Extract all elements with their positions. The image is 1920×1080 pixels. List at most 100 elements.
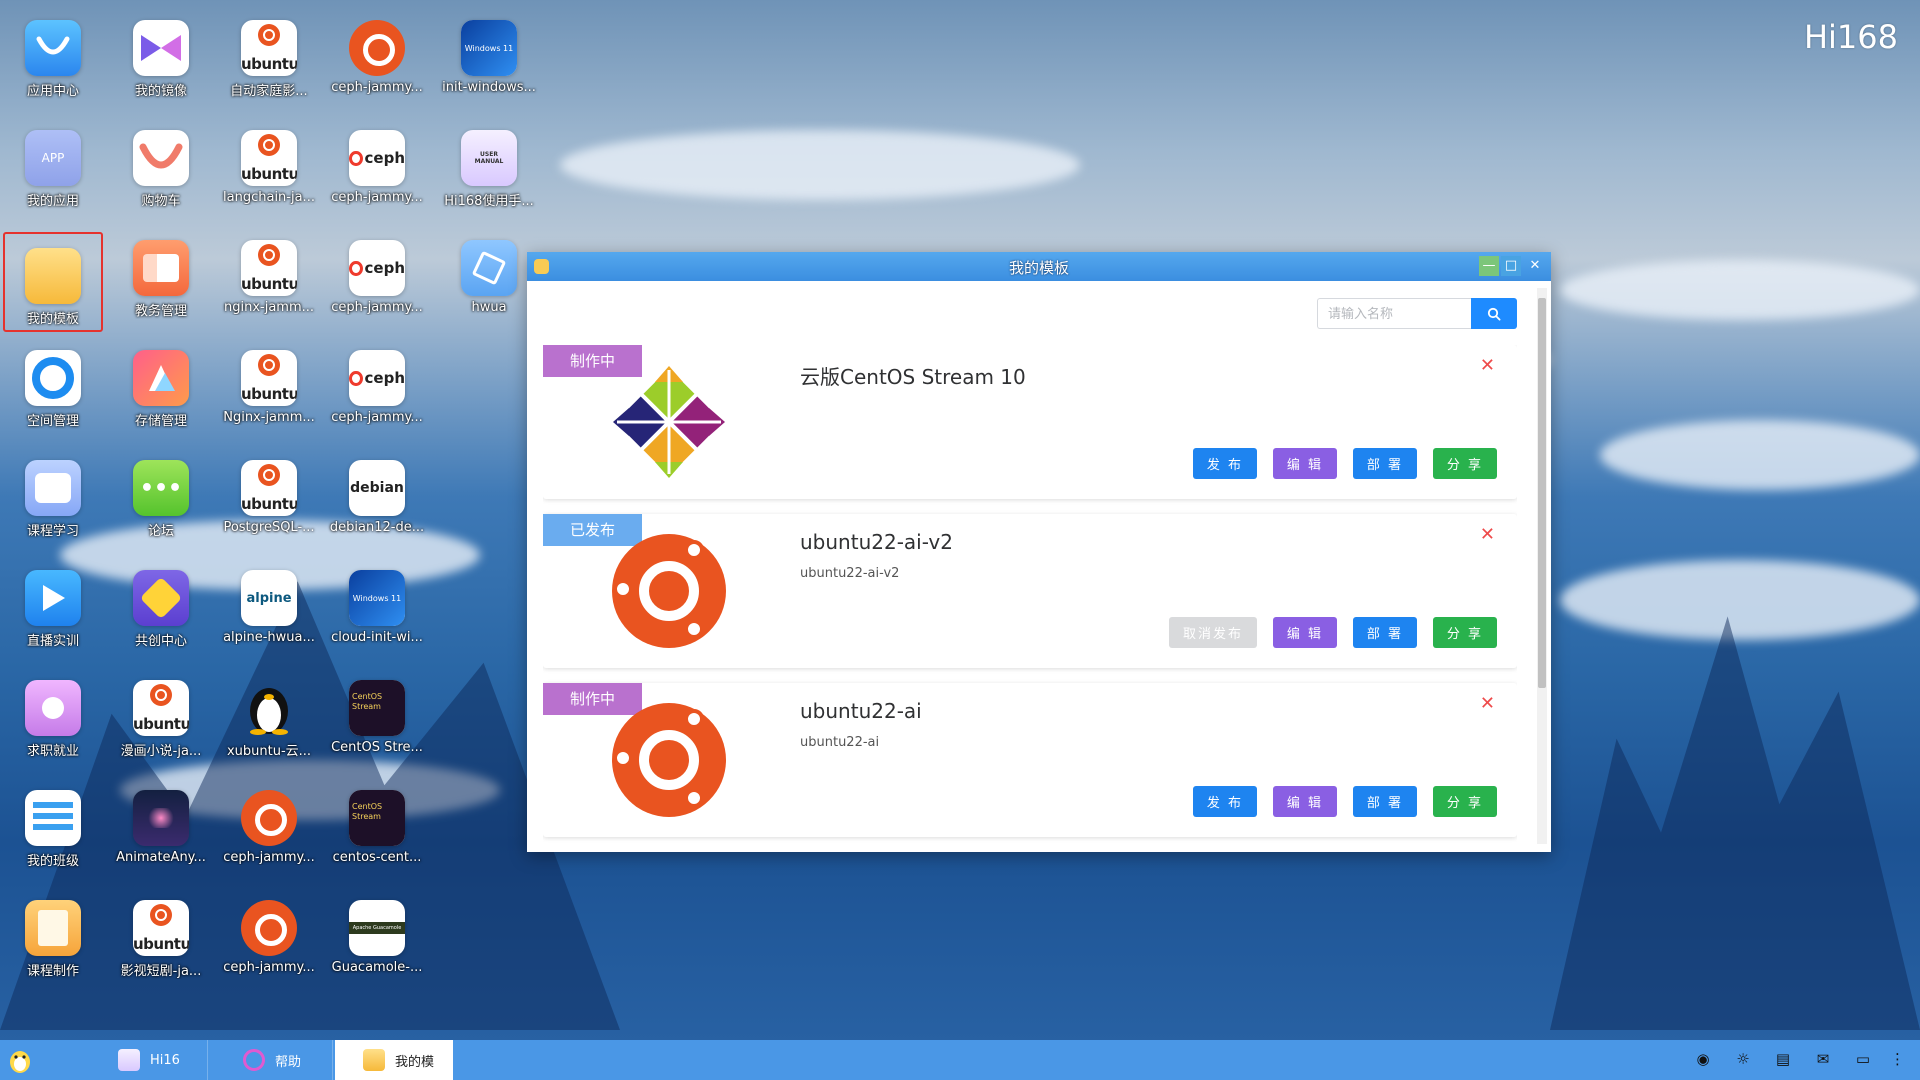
- scrollbar-thumb[interactable]: [1538, 298, 1546, 688]
- desktop-icon-job[interactable]: 求职就业: [0, 660, 106, 764]
- ceph-icon: ceph: [349, 130, 405, 186]
- card-actions: 取消发布 编 辑 部 署 分 享: [1153, 617, 1497, 648]
- desktop-icon-app-center[interactable]: 应用中心: [0, 0, 106, 104]
- ubuntu-icon: ubuntu: [133, 680, 189, 736]
- monitor-icon[interactable]: ▭: [1852, 1050, 1874, 1070]
- centos-stream-icon: CentOS Stream: [349, 790, 405, 846]
- cloud-decoration: [1560, 260, 1920, 320]
- my-templates-window: 我的模板 — □ ✕ 制作中: [527, 252, 1551, 852]
- shopping-cart-icon: [133, 130, 189, 186]
- desktop-icon-ceph-7[interactable]: ceph-jammy...: [216, 770, 322, 874]
- ubuntu-icon: ubuntu: [241, 350, 297, 406]
- desktop-icon-langchain[interactable]: ubuntu langchain-ja...: [216, 110, 322, 214]
- desktop-icon-debian[interactable]: debian debian12-de...: [324, 440, 430, 544]
- publish-button[interactable]: 发 布: [1193, 786, 1257, 817]
- search-button[interactable]: [1471, 298, 1517, 329]
- academic-management-icon: [133, 240, 189, 296]
- desktop-icon-shopping-cart[interactable]: 购物车: [108, 110, 214, 214]
- desktop-icon-ceph-2[interactable]: ceph ceph-jammy...: [324, 110, 430, 214]
- taskbar-item-help[interactable]: 帮助: [215, 1040, 333, 1080]
- deploy-button[interactable]: 部 署: [1353, 786, 1417, 817]
- desktop-icon-space-management[interactable]: 空间管理: [0, 330, 106, 434]
- debian-icon: debian: [349, 460, 405, 516]
- desktop-icon-co-creation[interactable]: 共创中心: [108, 550, 214, 654]
- search-icon: [1487, 307, 1501, 321]
- desktop-icon-course-learning[interactable]: 课程学习: [0, 440, 106, 544]
- forum-icon: •••: [133, 460, 189, 516]
- desktop-icon-guacamole[interactable]: Apache Guacamole Guacamole-...: [324, 880, 430, 984]
- desktop-icon-short-drama[interactable]: ubuntu 影视短剧-ja...: [108, 880, 214, 984]
- headset-icon: [243, 1049, 265, 1071]
- deploy-button[interactable]: 部 署: [1353, 617, 1417, 648]
- template-list: 制作中 云版CentOS Stream 10 ✕ 发 布 编 辑 部 署 分 享…: [543, 345, 1517, 852]
- desktop-icon-user-manual[interactable]: USER MANUAL Hi168使用手...: [436, 110, 542, 214]
- edit-button[interactable]: 编 辑: [1273, 448, 1337, 479]
- ubuntu-logo-icon: [609, 700, 729, 820]
- publish-button[interactable]: 发 布: [1193, 448, 1257, 479]
- more-icon[interactable]: ⋮: [1890, 1050, 1905, 1070]
- desktop-icon-ceph-9[interactable]: ceph-jammy...: [216, 880, 322, 984]
- search-input[interactable]: [1317, 298, 1471, 329]
- alpine-icon: alpine: [241, 570, 297, 626]
- desktop-icon-xubuntu[interactable]: xubuntu-云...: [216, 660, 322, 764]
- share-button[interactable]: 分 享: [1433, 786, 1497, 817]
- maximize-button[interactable]: □: [1501, 256, 1521, 276]
- desktop-icon-nginx-1[interactable]: ubuntu nginx-jamm...: [216, 220, 322, 324]
- desktop-icon-cloud-init-win[interactable]: Windows 11 cloud-init-wi...: [324, 550, 430, 654]
- desktop-icon-course-making[interactable]: 课程制作: [0, 880, 106, 984]
- ubuntu-circle-icon: [349, 20, 405, 76]
- message-icon[interactable]: ✉: [1812, 1050, 1834, 1070]
- desktop-icon-centos-cent[interactable]: CentOS Stream centos-cent...: [324, 770, 430, 874]
- desktop-icon-my-apps[interactable]: APP 我的应用: [0, 110, 106, 214]
- centos-stream-icon: CentOS Stream: [349, 680, 405, 736]
- share-button[interactable]: 分 享: [1433, 448, 1497, 479]
- ubuntu-circle-icon: [241, 790, 297, 846]
- desktop-icon-forum[interactable]: ••• 论坛: [108, 440, 214, 544]
- desktop-icon-centos-stream[interactable]: CentOS Stream CentOS Stre...: [324, 660, 430, 764]
- my-apps-icon: APP: [25, 130, 81, 186]
- desktop-icon-home-media[interactable]: ubuntu 自动家庭影...: [216, 0, 322, 104]
- start-button[interactable]: [0, 1040, 40, 1080]
- cloud-decoration: [560, 130, 1080, 200]
- desktop-icon-my-images[interactable]: 我的镜像: [108, 0, 214, 104]
- app-center-icon: [25, 20, 81, 76]
- desktop-icon-live-training[interactable]: 直播实训: [0, 550, 106, 654]
- unpublish-button[interactable]: 取消发布: [1169, 617, 1257, 648]
- document-icon[interactable]: ▤: [1772, 1050, 1794, 1070]
- live-training-icon: [25, 570, 81, 626]
- desktop-icon-ceph-1[interactable]: ceph-jammy...: [324, 0, 430, 104]
- taskbar-item-hi168[interactable]: Hi16: [90, 1040, 208, 1080]
- delete-icon[interactable]: ✕: [1480, 693, 1495, 714]
- desktop-icon-nginx-2[interactable]: ubuntu Nginx-jamm...: [216, 330, 322, 434]
- desktop-icon-storage-management[interactable]: 存储管理: [108, 330, 214, 434]
- desktop-icon-my-templates[interactable]: 我的模板: [3, 232, 103, 332]
- wifi-icon[interactable]: ◉: [1692, 1050, 1714, 1070]
- animate-icon: [133, 790, 189, 846]
- edit-button[interactable]: 编 辑: [1273, 786, 1337, 817]
- desktop-icon-comic-novel[interactable]: ubuntu 漫画小说-ja...: [108, 660, 214, 764]
- desktop-icon-academic-management[interactable]: 教务管理: [108, 220, 214, 324]
- window-titlebar[interactable]: 我的模板 — □ ✕: [527, 252, 1551, 281]
- wechat-icon[interactable]: ☼: [1732, 1050, 1754, 1070]
- ubuntu-logo-icon: [609, 531, 729, 651]
- folder-icon: [363, 1049, 385, 1071]
- desktop-icon-alpine[interactable]: alpine alpine-hwua...: [216, 550, 322, 654]
- desktop-icon-postgresql[interactable]: ubuntu PostgreSQL-...: [216, 440, 322, 544]
- deploy-button[interactable]: 部 署: [1353, 448, 1417, 479]
- minimize-button[interactable]: —: [1479, 256, 1499, 276]
- hwua-icon: [461, 240, 517, 296]
- desktop-icon-ceph-3[interactable]: ceph ceph-jammy...: [324, 220, 430, 324]
- desktop-icon-ceph-4[interactable]: ceph ceph-jammy...: [324, 330, 430, 434]
- edit-button[interactable]: 编 辑: [1273, 617, 1337, 648]
- share-button[interactable]: 分 享: [1433, 617, 1497, 648]
- scrollbar[interactable]: [1537, 288, 1547, 844]
- desktop-icon-my-class[interactable]: 我的班级: [0, 770, 106, 874]
- desktop-icon-init-windows[interactable]: Windows 11 init-windows...: [436, 0, 542, 104]
- delete-icon[interactable]: ✕: [1480, 524, 1495, 545]
- taskbar-item-my-templates[interactable]: 我的模: [335, 1040, 453, 1080]
- close-button[interactable]: ✕: [1525, 256, 1545, 276]
- desktop-icon-animate-any[interactable]: AnimateAny...: [108, 770, 214, 874]
- template-card: 已发布 ubuntu22-ai-v2 ubuntu22-ai-v2 ✕ 取消发布…: [543, 514, 1517, 668]
- delete-icon[interactable]: ✕: [1480, 355, 1495, 376]
- ubuntu-icon: ubuntu: [241, 460, 297, 516]
